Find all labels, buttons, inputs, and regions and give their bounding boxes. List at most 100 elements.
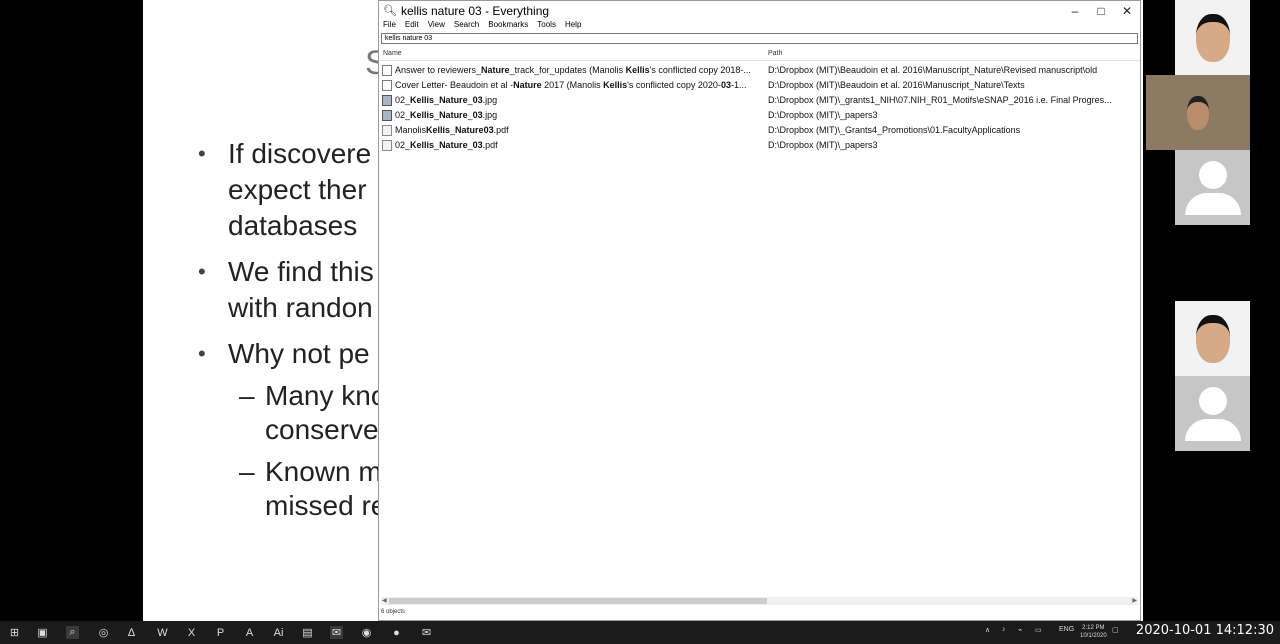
participant-video-1[interactable] xyxy=(1175,0,1250,75)
close-button[interactable]: ✕ xyxy=(1114,1,1140,20)
participant-avatar-5[interactable] xyxy=(1175,376,1250,451)
taskbar: ⊞ ▣ ⌕ ◎ ∆ W X P A Ai ▤ ✉ ◉ ● ✉ ∧ ♪ ⌁ ▭ E… xyxy=(0,621,1280,644)
slide-line-text: with randon xyxy=(228,292,373,323)
match-highlight: Nature xyxy=(439,140,468,150)
match-highlight: Nature xyxy=(513,80,542,90)
name-segment: 's conflicted copy 2018-... xyxy=(649,65,751,75)
avatar-head xyxy=(1198,160,1227,189)
maximize-button[interactable]: □ xyxy=(1088,1,1114,20)
notification-icon[interactable]: ▢ xyxy=(1112,626,1119,634)
slide-line: missed re xyxy=(265,489,386,523)
adobe-app-icon[interactable]: A xyxy=(243,626,256,639)
window-titlebar[interactable]: 🔍︎ kellis nature 03 - Everything – □ ✕ xyxy=(379,1,1140,20)
menu-search[interactable]: Search xyxy=(454,20,479,32)
participant-video-2[interactable] xyxy=(1146,75,1250,150)
result-path: D:\Dropbox (MIT)\Beaudoin et al. 2016\Ma… xyxy=(768,65,1098,75)
battery-icon[interactable]: ▭ xyxy=(1035,626,1042,634)
everything-app-icon[interactable]: ⌕ xyxy=(66,626,79,639)
result-row[interactable]: 02_Kellis_Nature_03.pdf D:\Dropbox (MIT)\… xyxy=(379,138,1140,153)
scroll-right-icon[interactable]: ▶ xyxy=(1132,597,1137,604)
menu-help[interactable]: Help xyxy=(565,20,581,32)
menu-view[interactable]: View xyxy=(428,20,445,32)
taskbar-clock[interactable]: 2:12 PM 10/1/2020 xyxy=(1080,624,1107,640)
match-highlight: Kellis xyxy=(603,80,628,90)
slide-line-text: Known m xyxy=(265,456,382,487)
match-highlight: Nature xyxy=(439,95,468,105)
outlook-icon[interactable]: ✉ xyxy=(330,626,343,639)
column-header: Name Path xyxy=(379,48,1140,61)
match-highlight: 03 xyxy=(472,140,483,150)
powerpoint-icon[interactable]: P xyxy=(214,626,227,639)
result-path: D:\Dropbox (MIT)\_grants1_NIH\07.NIH_R01… xyxy=(768,95,1112,105)
name-segment: Answer to reviewers_ xyxy=(395,65,482,75)
avatar-body xyxy=(1184,418,1241,441)
network-icon[interactable]: ⌁ xyxy=(1018,626,1022,634)
participant-avatar-3[interactable] xyxy=(1175,150,1250,225)
match-highlight: 03 xyxy=(472,95,483,105)
app-icon[interactable]: ◉ xyxy=(360,626,373,639)
match-highlight: Nature xyxy=(455,125,484,135)
word-icon[interactable]: W xyxy=(156,626,169,639)
match-highlight: Kellis xyxy=(426,125,451,135)
magnifier-icon: 🔍︎ xyxy=(383,5,397,17)
slide-line: • If discovere xyxy=(198,137,372,171)
tray-chevron-icon[interactable]: ∧ xyxy=(985,626,990,634)
result-row[interactable]: 02_Kellis_Nature_03.jpg D:\Dropbox (MIT)\… xyxy=(379,108,1140,123)
match-highlight: Nature xyxy=(439,110,468,120)
zoom-icon[interactable]: ● xyxy=(390,626,403,639)
search-input[interactable]: kellis nature 03 xyxy=(381,33,1138,44)
slide-line-text: If discovere xyxy=(228,138,372,169)
results-list: Answer to reviewers_Nature_track_for_upd… xyxy=(379,63,1140,153)
avatar-head xyxy=(1198,386,1227,415)
menu-bookmarks[interactable]: Bookmarks xyxy=(488,20,528,32)
result-name: ManolisKellis_Nature03.pdf xyxy=(395,125,509,135)
result-path: D:\Dropbox (MIT)\_papers3 xyxy=(768,110,878,120)
match-highlight: Kellis xyxy=(410,110,435,120)
match-highlight: 03 xyxy=(720,80,731,90)
match-highlight: Nature xyxy=(481,65,510,75)
result-name: 02_Kellis_Nature_03.jpg xyxy=(395,110,497,120)
bullet-marker: • xyxy=(198,259,206,284)
menu-file[interactable]: File xyxy=(383,20,396,32)
recording-timestamp: 2020-10-01 14:12:30 xyxy=(1135,623,1274,638)
menu-tools[interactable]: Tools xyxy=(537,20,556,32)
participant-video-4[interactable] xyxy=(1175,301,1250,376)
illustrator-icon[interactable]: Ai xyxy=(272,626,285,639)
chrome-icon[interactable]: ◎ xyxy=(97,626,110,639)
menu-edit[interactable]: Edit xyxy=(405,20,419,32)
document-file-icon xyxy=(382,80,392,91)
scrollbar-thumb[interactable] xyxy=(389,598,767,604)
window-title: kellis nature 03 - Everything xyxy=(401,3,550,18)
slide-line: with randon xyxy=(228,291,373,325)
name-segment: 02_ xyxy=(395,140,411,150)
windows-start-icon[interactable]: ⊞ xyxy=(8,626,21,639)
explorer-icon[interactable]: ▤ xyxy=(301,626,314,639)
result-name: Cover Letter- Beaudoin et al -Nature 201… xyxy=(395,80,746,90)
image-file-icon xyxy=(382,95,392,106)
slide-line-text: Many kno xyxy=(265,380,387,411)
participant-face xyxy=(1187,95,1209,130)
column-name-header[interactable]: Name xyxy=(383,50,402,57)
clock-date: 10/1/2020 xyxy=(1080,633,1107,639)
minimize-button[interactable]: – xyxy=(1062,1,1088,20)
language-indicator[interactable]: ENG xyxy=(1059,626,1074,633)
result-row[interactable]: Answer to reviewers_Nature_track_for_upd… xyxy=(379,63,1140,78)
name-segment: 2017 (Manolis xyxy=(541,80,604,90)
scroll-left-icon[interactable]: ◀ xyxy=(382,597,387,604)
result-row[interactable]: 02_Kellis_Nature_03.jpg D:\Dropbox (MIT)\… xyxy=(379,93,1140,108)
task-view-icon[interactable]: ▣ xyxy=(36,626,49,639)
name-segment: .pdf xyxy=(493,125,509,135)
horizontal-scrollbar[interactable]: ◀ ▶ xyxy=(381,597,1138,605)
slide-line: • We find this xyxy=(198,255,374,289)
result-row[interactable]: ManolisKellis_Nature03.pdf D:\Dropbox (MI… xyxy=(379,123,1140,138)
mail-icon[interactable]: ✉ xyxy=(420,626,433,639)
bullet-marker: • xyxy=(198,341,206,366)
bullet-marker: • xyxy=(198,141,206,166)
acrobat-icon[interactable]: ∆ xyxy=(125,626,138,639)
status-bar: 6 objects xyxy=(381,609,406,615)
excel-icon[interactable]: X xyxy=(185,626,198,639)
column-path-header[interactable]: Path xyxy=(768,50,782,57)
volume-icon[interactable]: ♪ xyxy=(1002,626,1006,633)
result-row[interactable]: Cover Letter- Beaudoin et al -Nature 201… xyxy=(379,78,1140,93)
everything-window: 🔍︎ kellis nature 03 - Everything – □ ✕ F… xyxy=(378,0,1141,621)
